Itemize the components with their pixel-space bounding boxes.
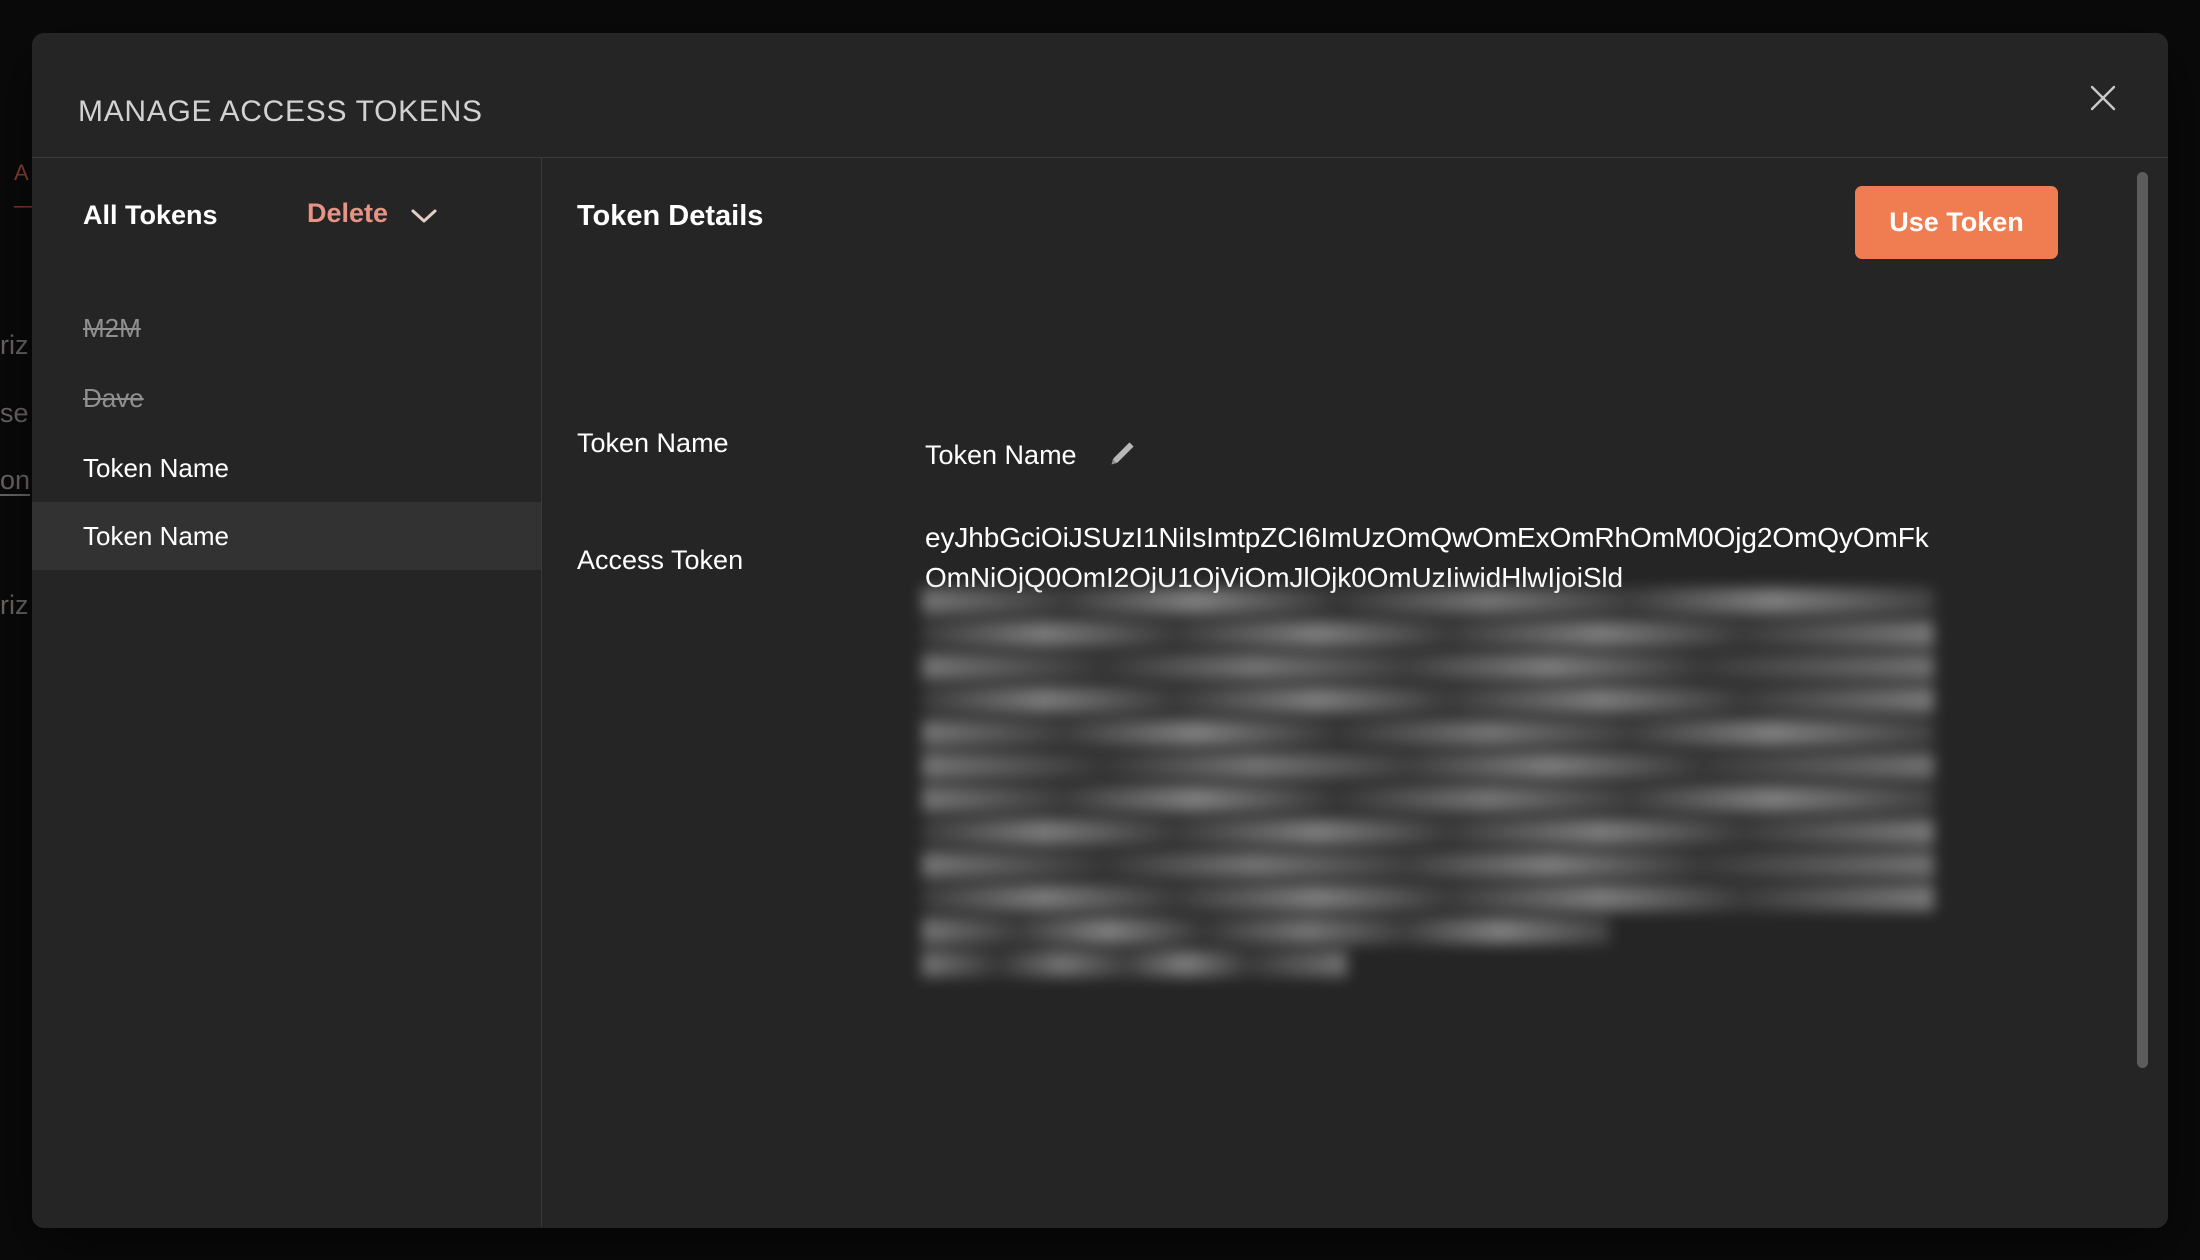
token-sidebar: All Tokens Delete M2M Dave Token Name Token…	[32, 158, 542, 1227]
sidebar-header: All Tokens Delete	[32, 158, 541, 280]
redacted-token-line	[922, 588, 1934, 614]
token-list-item[interactable]: Token Name	[32, 502, 541, 570]
token-list-item[interactable]: Token Name	[32, 434, 541, 502]
token-list-item[interactable]: Dave	[32, 364, 541, 432]
redacted-token-line	[922, 885, 1934, 911]
token-list-item-label: M2M	[83, 312, 141, 343]
redacted-token-line	[922, 819, 1934, 845]
background-text-fragment: A	[14, 160, 29, 185]
chevron-down-icon	[411, 209, 437, 222]
token-details-pane: Token Details Use Token Token Name Token…	[542, 158, 2168, 1227]
modal-scrollbar-track[interactable]	[2134, 158, 2150, 1227]
manage-access-tokens-modal: MANAGE ACCESS TOKENS All Tokens Delete M…	[32, 33, 2168, 1228]
use-token-button[interactable]: Use Token	[1855, 186, 2058, 259]
access-token-label: Access Token	[577, 545, 744, 575]
token-list-item-label: Dave	[83, 382, 144, 413]
token-list-item-label: Token Name	[83, 520, 229, 551]
redacted-token-line	[922, 786, 1934, 812]
redacted-token-line	[922, 852, 1934, 878]
detail-header: Token Details Use Token	[542, 158, 2168, 280]
redacted-token-line	[922, 918, 1611, 944]
modal-scrollbar-thumb[interactable]	[2137, 172, 2148, 1068]
delete-label: Delete	[307, 198, 389, 228]
redacted-token-line	[922, 753, 1934, 779]
close-icon	[2090, 85, 2116, 111]
delete-dropdown[interactable]: Delete	[307, 198, 438, 229]
token-list-item-label: Token Name	[83, 452, 229, 483]
close-button[interactable]	[2078, 73, 2128, 123]
page-title: MANAGE ACCESS TOKENS	[78, 95, 483, 128]
modal-body: All Tokens Delete M2M Dave Token Name Token…	[32, 158, 2168, 1227]
all-tokens-heading: All Tokens	[83, 200, 218, 230]
token-name-value: Token Name	[925, 439, 1077, 470]
token-list: M2M Dave Token Name Token Name	[32, 280, 541, 570]
redacted-token-line	[922, 621, 1934, 647]
token-name-label: Token Name	[577, 428, 729, 458]
redacted-token-line	[922, 687, 1934, 713]
background-text-fragment: —	[14, 195, 34, 217]
background-text-fragment: on	[0, 465, 31, 495]
redacted-token-line	[922, 951, 1348, 977]
token-name-value-group: Token Name	[925, 437, 1139, 473]
modal-header: MANAGE ACCESS TOKENS	[32, 33, 2168, 158]
access-token-redacted-region	[922, 588, 1934, 1027]
token-list-item[interactable]: M2M	[32, 294, 541, 362]
token-details-heading: Token Details	[577, 200, 764, 232]
background-text-fragment: se	[0, 398, 29, 428]
background-text-fragment: riz	[0, 590, 29, 620]
redacted-token-line	[922, 654, 1934, 680]
pencil-icon[interactable]	[1103, 437, 1139, 473]
background-text-fragment: riz	[0, 330, 29, 360]
access-token-value[interactable]: eyJhbGciOiJSUzI1NiIsImtpZCI6ImUzOmQwOmEx…	[925, 518, 1935, 598]
redacted-token-line	[922, 720, 1934, 746]
